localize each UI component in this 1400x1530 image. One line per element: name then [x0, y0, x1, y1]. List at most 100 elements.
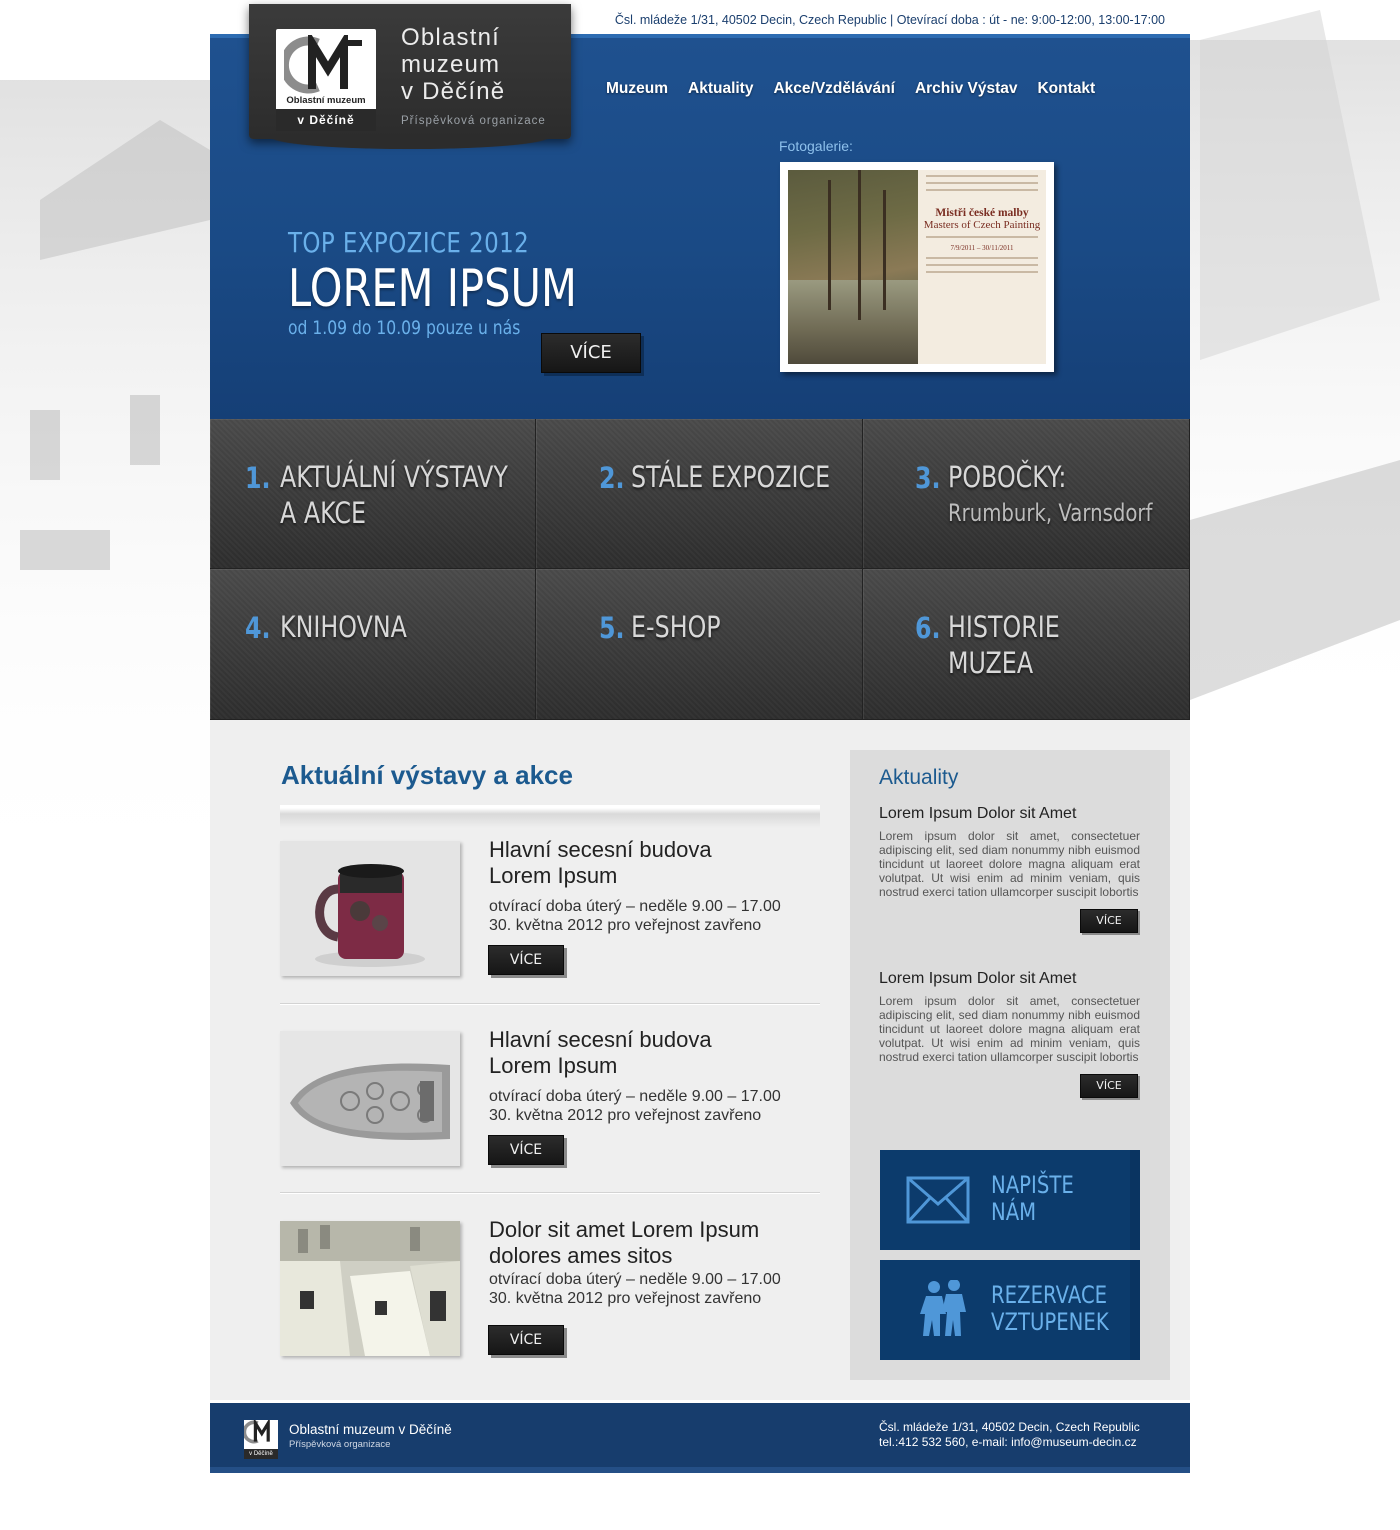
tile-aktualni-vystavy[interactable]: 1. AKTUÁLNÍ VÝSTAVY A AKCE — [210, 419, 536, 569]
tile-number: 6. — [915, 611, 941, 645]
site-title-line: muzeum — [401, 51, 501, 78]
site-subtitle: Příspěvková organizace — [401, 115, 546, 127]
gallery-poster-line — [926, 236, 1038, 238]
gallery-poster-line — [926, 271, 1038, 273]
cta-label-line: REZERVACE — [991, 1281, 1108, 1309]
gallery-painting-tree — [828, 180, 831, 310]
gallery-label: Fotogalerie: — [779, 138, 853, 154]
event-divider — [280, 1003, 820, 1005]
event-title-line: Hlavní secesní budova — [489, 1027, 712, 1052]
tile-number: 3. — [915, 461, 941, 495]
nav-item-aktuality[interactable]: Aktuality — [688, 80, 753, 98]
main-content: Aktuální výstavy a akce Hlavní secesní b… — [210, 720, 1190, 1400]
cta-label: REZERVACE VZTUPENEK — [991, 1282, 1109, 1336]
event-title[interactable]: Hlavní secesní budova Lorem Ipsum — [489, 837, 819, 889]
ceramic-mug-image — [280, 841, 460, 976]
footer-logo-city: v Děčíně — [244, 1449, 278, 1459]
event-more-button[interactable]: VÍCE — [488, 945, 564, 975]
museum-logo-icon — [242, 1417, 270, 1444]
footer-logo[interactable]: v Děčíně — [242, 1417, 278, 1459]
gallery-thumbnail[interactable]: Mistři české malby Masters of Czech Pain… — [780, 162, 1054, 372]
title-divider — [280, 805, 820, 828]
visitors-icon — [920, 1280, 966, 1336]
envelope-icon — [906, 1176, 970, 1224]
news-more-button[interactable]: VÍCE — [1080, 909, 1138, 933]
tile-number: 2. — [599, 461, 625, 495]
event-hours: otvírací doba úterý – neděle 9.00 – 17.0… — [489, 1271, 781, 1288]
ticket-reservation-button[interactable]: REZERVACE VZTUPENEK — [880, 1260, 1140, 1360]
event-hours: otvírací doba úterý – neděle 9.00 – 17.0… — [489, 1088, 781, 1105]
tile-number: 5. — [599, 611, 625, 645]
nav-item-akce[interactable]: Akce/Vzdělávání — [773, 80, 894, 98]
hero-banner: Oblastní muzeum v Děčíně Oblastní muzeum… — [210, 4, 1190, 419]
gallery-poster-line — [926, 189, 1038, 191]
category-tiles: 1. AKTUÁLNÍ VÝSTAVY A AKCE 2. STÁLE EXPO… — [210, 419, 1190, 720]
gallery-poster-text: Mistři české malby Masters of Czech Pain… — [918, 170, 1046, 364]
nav-item-muzeum[interactable]: Muzeum — [606, 80, 668, 98]
event-thumbnail[interactable] — [280, 1221, 460, 1356]
event-divider — [280, 1192, 820, 1194]
cta-label: NAPIŠTE NÁM — [991, 1172, 1074, 1226]
logo-badge: Oblastní muzeum v Děčíně — [276, 29, 376, 131]
footer-phone-email[interactable]: tel.:412 532 560, e-mail: info@museum-de… — [879, 1435, 1140, 1450]
event-item: Dolor sit amet Lorem Ipsum dolores ames … — [280, 1217, 820, 1411]
tile-knihovna[interactable]: 4. KNIHOVNA — [210, 569, 536, 720]
exhibition-hall-image — [280, 1221, 460, 1356]
site-title-line: v Děčíně — [401, 78, 506, 105]
events-title: Aktuální výstavy a akce — [281, 760, 573, 790]
hero-more-button[interactable]: VÍCE — [541, 333, 641, 373]
gallery-poster-subtitle: Masters of Czech Painting — [923, 219, 1041, 231]
gallery-poster-dates: 7/9/2011 – 30/11/2011 — [950, 244, 1014, 252]
tile-label: AKTUÁLNÍ VÝSTAVY A AKCE — [280, 459, 508, 531]
news-more-button[interactable]: VÍCE — [1080, 1074, 1138, 1098]
event-title-line: Hlavní secesní budova — [489, 837, 712, 862]
news-heading[interactable]: Lorem Ipsum Dolor sit Amet — [879, 805, 1140, 823]
footer-address: Čsl. mládeže 1/31, 40502 Decin, Czech Re… — [879, 1420, 1140, 1434]
tile-sublabel: Rrumburk, Varnsdorf — [948, 499, 1153, 527]
event-title-line: Lorem Ipsum — [489, 1053, 618, 1078]
event-hours: otvírací doba úterý – neděle 9.00 – 17.0… — [489, 898, 781, 915]
event-title-line: dolores ames sitos — [489, 1243, 673, 1268]
event-note: 30. května 2012 pro veřejnost zavřeno — [489, 1107, 762, 1124]
event-more-button[interactable]: VÍCE — [488, 1325, 564, 1355]
museum-logo-icon — [284, 35, 362, 94]
footer-museum-name: Oblastní muzeum v Děčíně — [289, 1422, 452, 1437]
nav-item-kontakt[interactable]: Kontakt — [1037, 80, 1095, 98]
nav-item-archiv[interactable]: Archiv Výstav — [915, 80, 1018, 98]
tile-label: STÁLE EXPOZICE — [631, 459, 830, 495]
cta-label-line: NÁM — [991, 1198, 1037, 1226]
tile-label: HISTORIE MUZEA — [948, 609, 1060, 681]
hero-title: LOREM IPSUM — [288, 259, 577, 319]
logo-panel[interactable]: Oblastní muzeum v Děčíně Oblastní muzeum… — [249, 4, 571, 151]
gallery-poster-line — [926, 175, 1038, 177]
event-title[interactable]: Dolor sit amet Lorem Ipsum dolores ames … — [489, 1217, 819, 1269]
page-container: Oblastní muzeum v Děčíně Oblastní muzeum… — [210, 4, 1190, 1473]
tile-number: 1. — [245, 461, 271, 495]
tile-historie-muzea[interactable]: 6. HISTORIE MUZEA — [863, 569, 1190, 720]
event-thumbnail[interactable] — [280, 1031, 460, 1166]
news-sidebar: Aktuality Lorem Ipsum Dolor sit Amet Lor… — [850, 750, 1170, 1380]
write-us-button[interactable]: NAPIŠTE NÁM — [880, 1150, 1140, 1250]
tile-pobocky[interactable]: 3. POBOČKY: Rrumburk, Varnsdorf — [863, 419, 1190, 569]
tile-label-line: KNIHOVNA — [280, 610, 407, 644]
gallery-poster-line — [926, 257, 1038, 259]
news-heading[interactable]: Lorem Ipsum Dolor sit Amet — [879, 970, 1140, 988]
event-more-button[interactable]: VÍCE — [488, 1135, 564, 1165]
hero-text: TOP EXPOZICE 2012 LOREM IPSUM od 1.09 do… — [288, 226, 649, 339]
event-title[interactable]: Hlavní secesní budova Lorem Ipsum — [489, 1027, 819, 1079]
gallery-painting-tree — [858, 170, 861, 320]
tile-label-line: A AKCE — [280, 496, 367, 530]
tile-label-line: AKTUÁLNÍ VÝSTAVY — [280, 460, 508, 494]
event-thumbnail[interactable] — [280, 841, 460, 976]
tile-label-line: STÁLE EXPOZICE — [631, 460, 831, 494]
tile-e-shop[interactable]: 5. E-SHOP — [536, 569, 863, 720]
hero-kicker: TOP EXPOZICE 2012 — [288, 226, 530, 259]
cta-label-line: VZTUPENEK — [991, 1308, 1109, 1336]
footer-contact: Čsl. mládeže 1/31, 40502 Decin, Czech Re… — [879, 1420, 1140, 1450]
tile-stale-expozice[interactable]: 2. STÁLE EXPOZICE — [536, 419, 863, 569]
tile-label: E-SHOP — [631, 609, 721, 645]
news-body: Lorem ipsum dolor sit amet, consectetuer… — [879, 994, 1140, 1064]
iron-plate-image — [280, 1031, 460, 1166]
site-title: Oblastní muzeum v Děčíně — [401, 24, 561, 105]
tile-label-line: HISTORIE — [948, 610, 1060, 644]
